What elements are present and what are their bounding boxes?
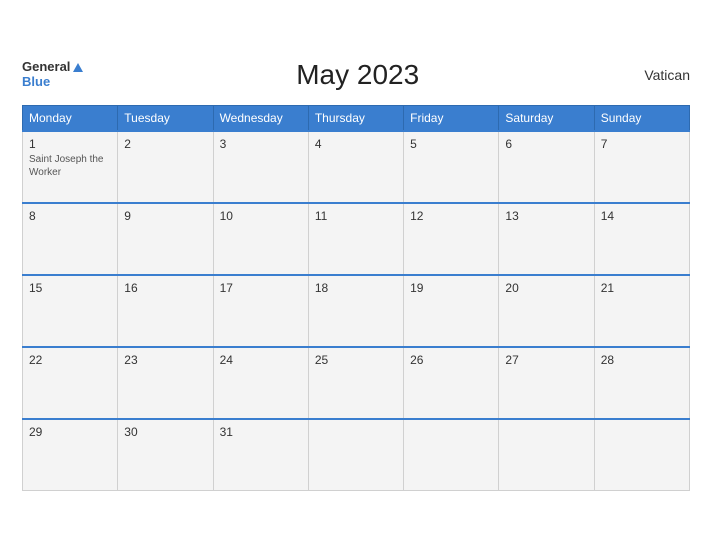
day-number: 11 [315,209,397,223]
day-number: 19 [410,281,492,295]
calendar-cell: 28 [594,347,689,419]
calendar-cell [308,419,403,491]
day-number: 14 [601,209,683,223]
day-number: 3 [220,137,302,151]
day-number: 27 [505,353,587,367]
day-number: 1 [29,137,111,151]
calendar-cell: 17 [213,275,308,347]
day-number: 10 [220,209,302,223]
day-number: 28 [601,353,683,367]
calendar-cell: 7 [594,131,689,203]
country-label: Vatican [630,67,690,83]
calendar-cell: 26 [404,347,499,419]
event-label: Saint Joseph the Worker [29,153,111,179]
calendar-cell: 25 [308,347,403,419]
day-number: 9 [124,209,206,223]
calendar-cell: 10 [213,203,308,275]
calendar-body: 1Saint Joseph the Worker2345678910111213… [23,131,690,491]
calendar-cell: 23 [118,347,213,419]
calendar-cell: 3 [213,131,308,203]
calendar-cell: 2 [118,131,213,203]
day-number: 23 [124,353,206,367]
day-number: 7 [601,137,683,151]
page-header: General Blue May 2023 Vatican [22,59,690,91]
calendar-week-row: 89 10 11 12 13 14 [23,203,690,275]
col-monday: Monday [23,105,118,131]
calendar-table: Monday Tuesday Wednesday Thursday Friday… [22,105,690,492]
calendar-cell: 18 [308,275,403,347]
calendar-cell: 29 [23,419,118,491]
logo: General Blue [22,60,85,89]
month-title: May 2023 [85,59,630,91]
day-number: 25 [315,353,397,367]
day-number: 24 [220,353,302,367]
calendar-cell: 1 Saint Joseph the Worker [23,131,118,203]
day-number: 17 [220,281,302,295]
calendar-cell: 30 [118,419,213,491]
col-thursday: Thursday [308,105,403,131]
calendar-cell: 12 [404,203,499,275]
calendar-week-row: 1 Saint Joseph the Worker 234567 [23,131,690,203]
calendar-cell: 31 [213,419,308,491]
calendar-week-row: 15 16 17 18 19 20 21 [23,275,690,347]
logo-triangle-icon [73,63,83,72]
calendar-cell: 9 [118,203,213,275]
calendar-cell [594,419,689,491]
calendar-cell: 21 [594,275,689,347]
calendar-cell: 20 [499,275,594,347]
day-number: 31 [220,425,302,439]
day-number: 21 [601,281,683,295]
calendar-cell: 16 [118,275,213,347]
calendar-cell: 11 [308,203,403,275]
col-friday: Friday [404,105,499,131]
day-number: 29 [29,425,111,439]
day-number: 20 [505,281,587,295]
calendar-week-row: 22 23 24 25 26 27 28 [23,347,690,419]
day-number: 5 [410,137,492,151]
calendar-cell: 22 [23,347,118,419]
col-saturday: Saturday [499,105,594,131]
col-tuesday: Tuesday [118,105,213,131]
day-number: 30 [124,425,206,439]
calendar-cell: 14 [594,203,689,275]
calendar-week-row: 29 30 31 [23,419,690,491]
calendar-cell: 27 [499,347,594,419]
calendar-cell: 4 [308,131,403,203]
day-header-row: Monday Tuesday Wednesday Thursday Friday… [23,105,690,131]
calendar-cell: 13 [499,203,594,275]
calendar-cell [499,419,594,491]
day-number: 13 [505,209,587,223]
calendar-cell: 6 [499,131,594,203]
calendar-cell: 8 [23,203,118,275]
day-number: 26 [410,353,492,367]
calendar-cell: 15 [23,275,118,347]
day-number: 22 [29,353,111,367]
day-number: 12 [410,209,492,223]
calendar-cell: 19 [404,275,499,347]
day-number: 4 [315,137,397,151]
col-wednesday: Wednesday [213,105,308,131]
calendar-cell [404,419,499,491]
calendar-header: Monday Tuesday Wednesday Thursday Friday… [23,105,690,131]
calendar-cell: 5 [404,131,499,203]
day-number: 6 [505,137,587,151]
day-number: 18 [315,281,397,295]
day-number: 16 [124,281,206,295]
col-sunday: Sunday [594,105,689,131]
calendar-cell: 24 [213,347,308,419]
logo-blue-text: Blue [22,75,85,89]
day-number: 15 [29,281,111,295]
day-number: 8 [29,209,111,223]
logo-general-text: General [22,60,70,74]
day-number: 2 [124,137,206,151]
calendar-page: General Blue May 2023 Vatican Monday Tue… [6,43,706,508]
